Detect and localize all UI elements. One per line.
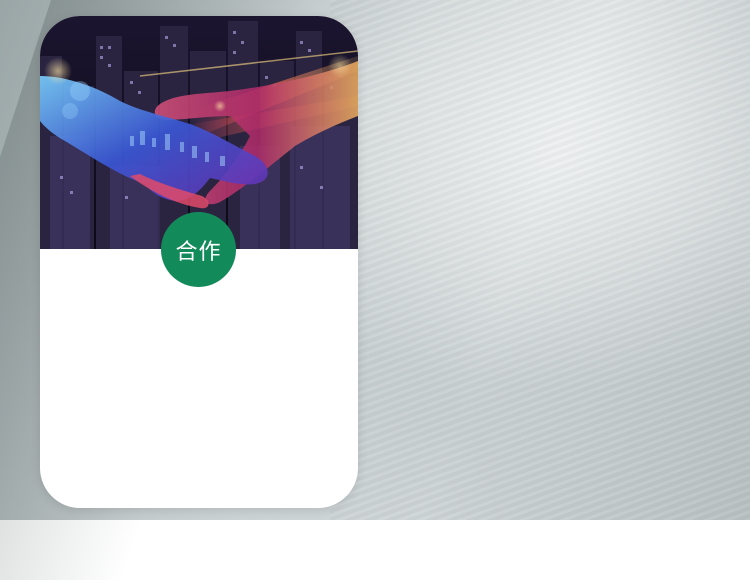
badge-cooperation: 合作 bbox=[161, 212, 236, 287]
badge-label: 合作 bbox=[175, 239, 222, 265]
feature-card[interactable]: 合作 bbox=[40, 16, 358, 508]
